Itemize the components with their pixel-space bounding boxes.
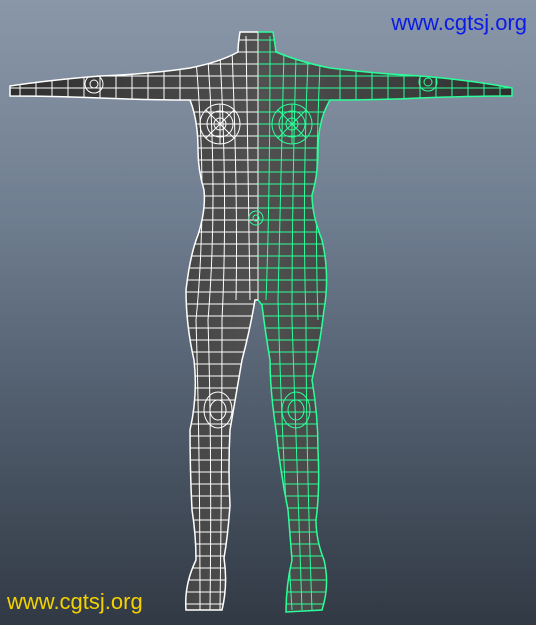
watermark-top: www.cgtsj.org [391,10,527,35]
viewport-3d[interactable]: www.cgtsj.org www.cgtsj.org [0,0,536,625]
watermark-bottom: www.cgtsj.org [7,589,143,614]
mesh-model[interactable] [0,0,536,625]
body-mesh[interactable] [10,32,512,612]
